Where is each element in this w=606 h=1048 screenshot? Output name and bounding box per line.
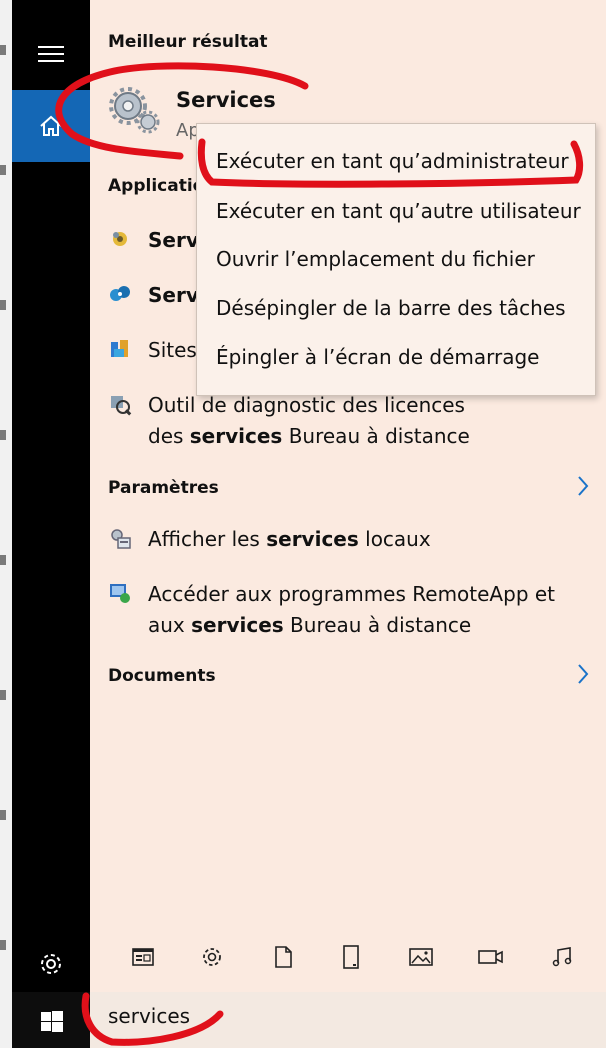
services-gears-icon <box>109 87 160 134</box>
local-services-icon <box>106 524 134 552</box>
menu-item-open-file-location[interactable]: Ouvrir l’emplacement du fichier <box>216 247 535 271</box>
remoteapp-icon <box>106 579 134 607</box>
documents-expand-button[interactable] <box>576 662 590 690</box>
setting-item-remoteapp[interactable]: Accéder aux programmes RemoteApp et aux … <box>106 579 555 641</box>
start-sidebar <box>12 0 90 1048</box>
gear-icon <box>41 954 61 974</box>
document-icon <box>275 946 292 968</box>
license-line2-post: Bureau à distance <box>282 424 470 448</box>
app-item-label: Serv <box>148 228 199 252</box>
app-item-label: Serv <box>148 283 199 307</box>
hamburger-menu-button[interactable] <box>12 18 90 90</box>
search-box[interactable]: services <box>90 992 606 1048</box>
local-services-pre: Afficher les <box>148 527 267 551</box>
folder-tablet-icon <box>343 945 359 969</box>
applications-heading: Applicatio <box>108 176 205 196</box>
app-item-sites[interactable]: Sites <box>106 335 197 366</box>
menu-item-run-as-other-user[interactable]: Exécuter en tant qu’autre utilisateur <box>216 199 581 223</box>
filter-documents-button[interactable] <box>266 940 300 974</box>
app-item-label: Sites <box>148 338 197 362</box>
setting-item-label: Afficher les services locaux <box>148 524 431 555</box>
chevron-right-icon <box>578 476 589 496</box>
music-note-icon <box>552 947 572 967</box>
filter-apps-button[interactable] <box>126 940 160 974</box>
home-button[interactable] <box>12 90 90 162</box>
background-window-edge <box>0 0 12 1048</box>
setting-item-local-services[interactable]: Afficher les services locaux <box>106 524 431 555</box>
best-result-heading: Meilleur résultat <box>108 32 268 52</box>
remoteapp-line2-pre: aux <box>148 613 192 637</box>
setting-item-label: Accéder aux programmes RemoteApp et aux … <box>148 579 555 641</box>
filter-folders-button[interactable] <box>334 940 368 974</box>
menu-item-run-as-admin[interactable]: Exécuter en tant qu’administrateur <box>216 149 569 173</box>
app-item-services[interactable]: Serv <box>106 225 199 256</box>
menu-item-unpin-taskbar[interactable]: Désépingler de la barre des tâches <box>216 296 566 320</box>
documents-heading: Documents <box>108 666 216 686</box>
license-line2-pre: des <box>148 424 190 448</box>
sites-icon <box>106 335 134 363</box>
hamburger-icon <box>38 46 64 62</box>
services-app-icon <box>106 225 134 253</box>
local-services-post: locaux <box>358 527 431 551</box>
component-services-icon <box>106 280 134 308</box>
filter-photos-button[interactable] <box>404 940 438 974</box>
gear-icon <box>203 948 221 966</box>
context-menu: Exécuter en tant qu’administrateur Exécu… <box>196 123 596 396</box>
remoteapp-line2-bold: services <box>191 613 284 637</box>
app-window-icon <box>132 948 154 966</box>
app-item-license-diagnoser[interactable]: Outil de diagnostic des licences des ser… <box>106 390 470 452</box>
best-result-title: Services <box>176 88 276 112</box>
remoteapp-line2-post: Bureau à distance <box>283 613 472 637</box>
windows-logo-icon <box>41 1011 63 1032</box>
parametres-expand-button[interactable] <box>576 474 590 502</box>
app-item-services-component[interactable]: Serv <box>106 280 199 311</box>
search-input-value[interactable]: services <box>108 1004 190 1028</box>
menu-item-pin-start[interactable]: Épingler à l’écran de démarrage <box>216 345 540 369</box>
video-icon <box>478 950 503 964</box>
filter-music-button[interactable] <box>545 940 579 974</box>
parametres-heading: Paramètres <box>108 478 219 498</box>
chevron-right-icon <box>578 664 589 684</box>
license-line2-bold: services <box>189 424 283 448</box>
local-services-bold: services <box>266 527 359 551</box>
image-icon <box>409 948 433 966</box>
license-line1: Outil de diagnostic des licences <box>148 393 465 417</box>
remoteapp-line1: Accéder aux programmes RemoteApp et <box>148 582 556 606</box>
home-icon <box>40 115 62 136</box>
start-button[interactable] <box>34 1004 70 1040</box>
filter-videos-button[interactable] <box>474 940 508 974</box>
app-item-label: Outil de diagnostic des licences des ser… <box>148 390 470 452</box>
settings-button[interactable] <box>12 928 90 1000</box>
license-diagnostic-icon <box>106 390 134 418</box>
filter-settings-button[interactable] <box>195 940 229 974</box>
